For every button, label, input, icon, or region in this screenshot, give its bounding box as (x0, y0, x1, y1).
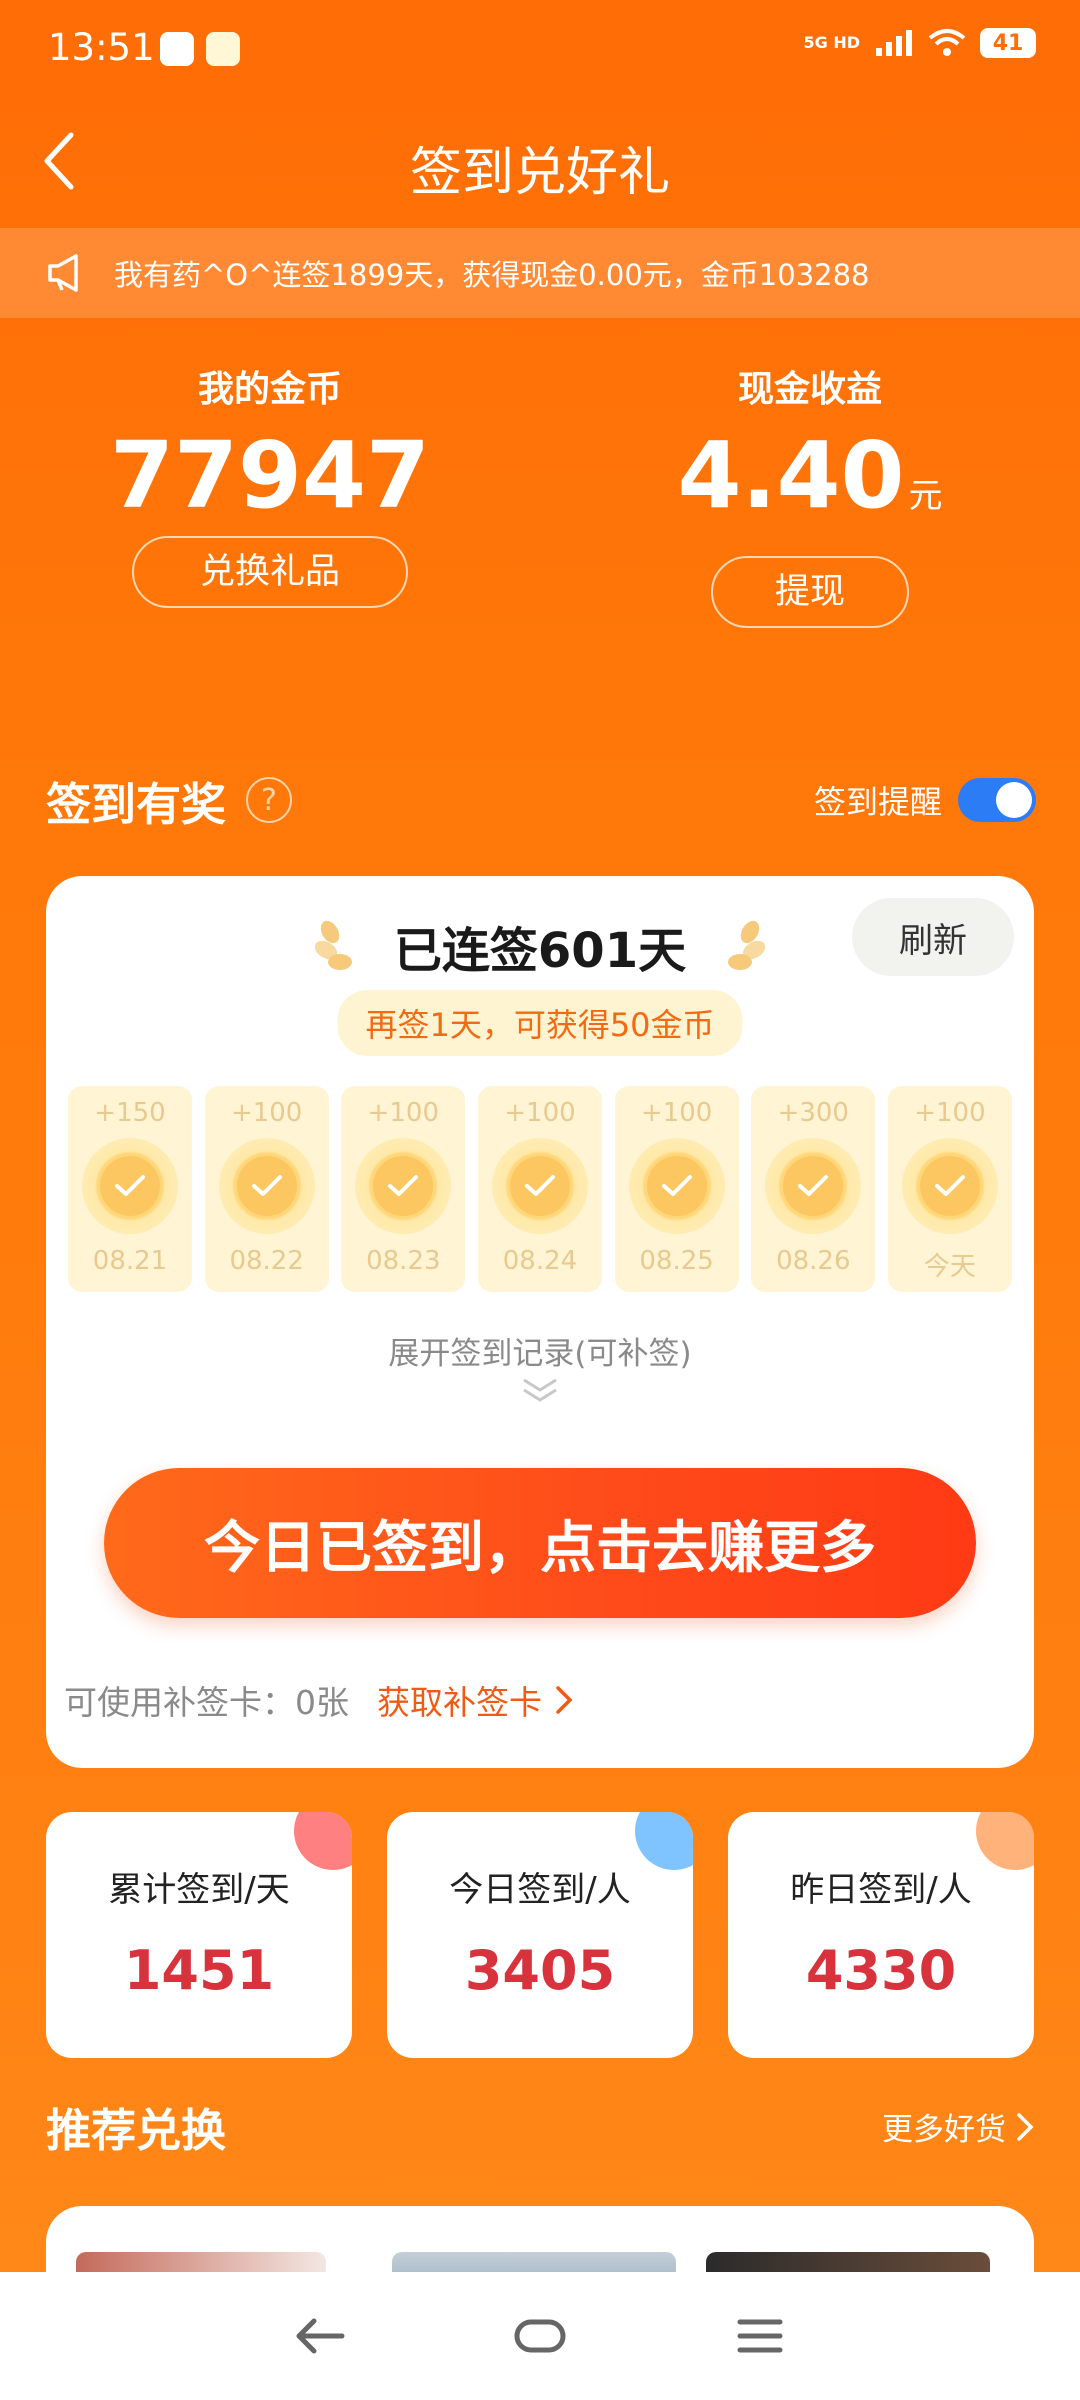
day-tile: +100 08.24 (477, 1086, 602, 1292)
more-goods-link[interactable]: 更多好货 (882, 2104, 1034, 2149)
coins-label: 我的金币 (197, 369, 342, 410)
home-icon (514, 2319, 566, 2353)
day-reward: +300 (777, 1098, 849, 1128)
day-tile: +150 08.21 (68, 1086, 192, 1292)
makeup-card-count: 可使用补签卡：0张 (64, 1683, 349, 1722)
day-tile: +100 08.23 (341, 1086, 466, 1292)
checked-icon (628, 1138, 725, 1234)
stat-value: 3405 (464, 1939, 616, 2002)
chevron-right-icon[interactable] (554, 1684, 574, 1716)
signal-icon (876, 30, 912, 56)
more-goods-label: 更多好货 (882, 2112, 1006, 2148)
day-reward: +100 (914, 1098, 986, 1128)
stat-label: 昨日签到/人 (790, 1870, 972, 1910)
double-chevron-down-icon[interactable] (520, 1376, 560, 1406)
stat-value: 1451 (123, 1939, 275, 2002)
chevron-right-icon (1017, 2112, 1034, 2141)
battery-indicator: 41 (980, 28, 1036, 58)
chick-app-icon (206, 32, 240, 66)
nav-back-button[interactable] (280, 2296, 360, 2376)
day-date: 今天 (923, 1252, 976, 1282)
cash-unit: 元 (908, 476, 943, 516)
notice-text: 我有药^O^连签1899天，获得现金0.00元，金币103288 (114, 258, 870, 292)
checkin-section-header: 签到有奖 ? 签到提醒 (46, 768, 1036, 832)
system-nav-bar (0, 2272, 1080, 2400)
get-makeup-card-link[interactable]: 获取补签卡 (377, 1676, 542, 1724)
checked-icon (901, 1138, 998, 1234)
nav-menu-button[interactable] (720, 2296, 800, 2376)
redeem-gift-button[interactable]: 兑换礼品 (132, 536, 408, 608)
checkin-stats: 累计签到/天 1451 今日签到/人 3405 昨日签到/人 4330 (46, 1812, 1034, 2058)
makeup-card-row: 可使用补签卡：0张 获取补签卡 (64, 1676, 574, 1724)
expand-records-link[interactable]: 展开签到记录(可补签) (46, 1328, 1034, 1373)
nav-home-button[interactable] (500, 2296, 580, 2376)
next-reward-hint: 再签1天，可获得50金币 (337, 990, 743, 1056)
header: 签到兑好礼 (0, 110, 1080, 210)
day-reward: +150 (94, 1098, 166, 1128)
day-date: 08.23 (366, 1246, 441, 1276)
stat-yesterday-users: 昨日签到/人 4330 (728, 1812, 1034, 2058)
wifi-icon (928, 29, 966, 56)
stat-today-users: 今日签到/人 3405 (387, 1812, 693, 2058)
day-date: 08.22 (229, 1246, 304, 1276)
refresh-button[interactable]: 刷新 (852, 898, 1014, 976)
day-reward: +100 (504, 1098, 576, 1128)
checkin-days: +150 08.21 +100 08.22 +100 08.23 +100 08… (68, 1086, 1012, 1292)
coins-panel: 我的金币 77947 兑换礼品 (70, 360, 470, 608)
checked-icon (82, 1138, 178, 1234)
reminder-toggle[interactable] (958, 778, 1036, 822)
cash-label: 现金收益 (737, 369, 882, 410)
laurel-left-icon (314, 920, 352, 970)
cash-panel: 现金收益 4.40 元 提现 (610, 360, 1010, 628)
baidu-app-icon (160, 32, 194, 66)
coins-value: 77947 (109, 422, 431, 529)
day-date: 08.26 (776, 1246, 851, 1276)
network-indicator: 5G HD (803, 33, 860, 52)
laurel-right-icon (728, 920, 766, 970)
recommend-title: 推荐兑换 (46, 2104, 227, 2157)
page-title: 签到兑好礼 (409, 143, 670, 203)
menu-icon (737, 2319, 783, 2353)
cash-value-row: 4.40 元 (610, 426, 1010, 546)
earn-more-button[interactable]: 今日已签到，点击去赚更多 (104, 1468, 976, 1618)
help-icon[interactable]: ? (246, 777, 293, 823)
notice-banner: 我有药^O^连签1899天，获得现金0.00元，金币103288 (0, 228, 1080, 318)
checkin-section-title: 签到有奖 (46, 777, 227, 831)
day-date: 08.24 (502, 1246, 578, 1276)
day-date: 08.25 (639, 1246, 714, 1276)
reminder-control: 签到提醒 (814, 777, 1036, 823)
stat-total-days: 累计签到/天 1451 (46, 1812, 352, 2058)
day-tile: +300 08.26 (751, 1086, 876, 1292)
status-time: 13:51 (48, 26, 155, 69)
stat-label: 今日签到/人 (449, 1870, 631, 1910)
stat-label: 累计签到/天 (108, 1870, 290, 1910)
day-date: 08.21 (92, 1246, 168, 1276)
status-bar: 13:51 5G HD 41 (0, 0, 1080, 100)
streak-text: 已连签601天 (393, 923, 687, 979)
checked-icon (765, 1138, 862, 1234)
reminder-label: 签到提醒 (813, 783, 942, 821)
checked-icon (491, 1138, 588, 1234)
checkin-card: 已连签601天 刷新 再签1天，可获得50金币 +150 08.21 +100 … (46, 876, 1034, 1768)
status-indicators: 5G HD 41 (803, 28, 1036, 58)
day-tile: +100 08.25 (614, 1086, 739, 1292)
day-tile: +100 08.22 (204, 1086, 329, 1292)
day-reward: +100 (367, 1098, 440, 1128)
cash-value: 4.40 (677, 422, 905, 529)
arrow-left-icon (296, 2318, 345, 2354)
megaphone-icon (48, 254, 78, 292)
day-tile-today: +100 今天 (887, 1086, 1012, 1292)
checked-icon (218, 1138, 315, 1234)
day-reward: +100 (640, 1098, 713, 1128)
checked-icon (355, 1138, 452, 1234)
day-reward: +100 (230, 1098, 303, 1128)
recommend-header: 推荐兑换 更多好货 (46, 2094, 1034, 2159)
stat-value: 4330 (805, 1939, 957, 2002)
withdraw-button[interactable]: 提现 (711, 556, 909, 628)
